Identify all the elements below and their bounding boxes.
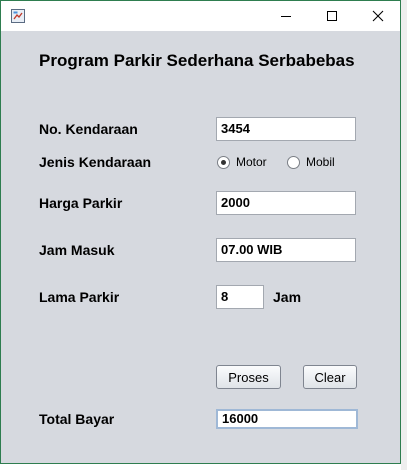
total-bayar-field[interactable]: 16000 <box>216 409 358 429</box>
lama-parkir-input[interactable]: 8 <box>216 285 264 309</box>
close-icon <box>372 10 384 22</box>
no-kendaraan-label: No. Kendaraan <box>39 121 138 137</box>
jam-masuk-label: Jam Masuk <box>39 242 115 258</box>
app-window: Program Parkir Sederhana Serbabebas No. … <box>0 0 401 464</box>
jam-masuk-input[interactable]: 07.00 WIB <box>216 238 356 262</box>
radio-motor-label: Motor <box>236 155 267 169</box>
minimize-button[interactable] <box>263 1 309 31</box>
maximize-button[interactable] <box>309 1 355 31</box>
lama-parkir-label: Lama Parkir <box>39 289 120 305</box>
maximize-icon <box>327 11 337 21</box>
radio-motor[interactable]: Motor <box>217 155 267 169</box>
radio-mobil-label: Mobil <box>306 155 335 169</box>
form-panel: Program Parkir Sederhana Serbabebas No. … <box>1 31 400 463</box>
minimize-icon <box>281 16 291 17</box>
no-kendaraan-input[interactable]: 3454 <box>216 117 356 141</box>
radio-selected-icon <box>217 155 230 169</box>
proses-button[interactable]: Proses <box>216 365 281 389</box>
radio-unselected-icon <box>287 155 300 169</box>
java-app-icon <box>11 8 25 23</box>
title-bar <box>1 1 400 31</box>
total-bayar-label: Total Bayar <box>39 411 115 427</box>
radio-mobil[interactable]: Mobil <box>287 155 335 169</box>
harga-parkir-label: Harga Parkir <box>39 195 123 211</box>
harga-parkir-input[interactable]: 2000 <box>216 191 356 215</box>
clear-button[interactable]: Clear <box>303 365 357 389</box>
close-button[interactable] <box>355 1 401 31</box>
lama-parkir-unit: Jam <box>273 289 302 305</box>
jenis-kendaraan-label: Jenis Kendaraan <box>39 154 152 170</box>
page-title: Program Parkir Sederhana Serbabebas <box>39 51 355 70</box>
desktop-edge <box>401 0 407 470</box>
